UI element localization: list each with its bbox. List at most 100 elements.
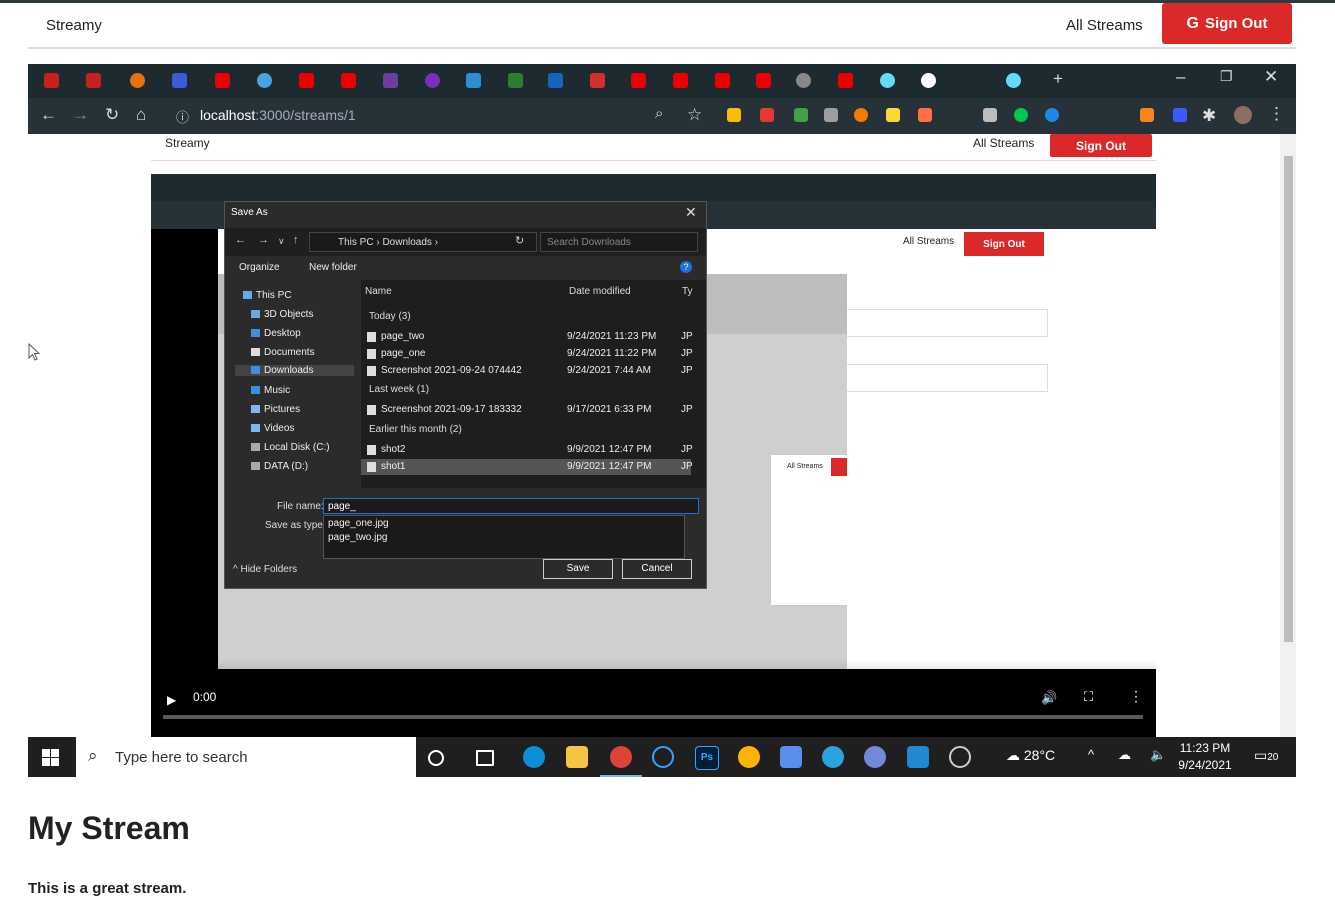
back-icon[interactable]: ← [40, 105, 57, 125]
telegram-icon[interactable] [822, 746, 844, 768]
group-header[interactable]: Earlier this month (2) [369, 424, 462, 435]
forward-icon[interactable]: → [258, 234, 269, 246]
extension-icon[interactable] [886, 108, 900, 122]
youtube-tab-icon[interactable] [631, 73, 646, 88]
column-type[interactable]: Ty [682, 286, 693, 297]
tab-icon[interactable] [508, 73, 523, 88]
help-icon[interactable]: ? [680, 261, 692, 273]
close-icon[interactable]: ✕ [1264, 67, 1278, 87]
extension-icon[interactable] [918, 108, 932, 122]
autocomplete-item[interactable]: page_one.jpg [328, 518, 389, 529]
app-icon[interactable] [780, 746, 802, 768]
group-header[interactable]: Today (3) [369, 311, 411, 322]
system-clock[interactable]: 11:23 PM 9/24/2021 [1170, 740, 1240, 774]
extension-icon[interactable] [1140, 108, 1154, 122]
nav-pictures[interactable]: Pictures [251, 404, 300, 415]
fullscreen-icon[interactable]: ⛶ [1084, 689, 1093, 705]
tab-icon[interactable] [383, 73, 398, 88]
youtube-tab-icon[interactable] [715, 73, 730, 88]
nav-data-drive[interactable]: DATA (D:) [251, 461, 308, 472]
extension-icon[interactable] [1173, 108, 1187, 122]
windows-start-icon[interactable] [42, 749, 59, 766]
volume-icon[interactable]: 🔈 [1150, 747, 1166, 763]
reload-icon[interactable]: ↻ [105, 105, 119, 125]
github-tab-icon[interactable] [921, 73, 936, 88]
extension-icon[interactable] [854, 108, 868, 122]
task-view-icon[interactable] [476, 750, 494, 766]
file-row[interactable]: shot2 9/9/2021 12:47 PM JP [361, 442, 693, 458]
nav-downloads[interactable]: Downloads [235, 365, 354, 376]
sign-out-button[interactable]: G Sign Out [1162, 3, 1292, 44]
save-button[interactable]: Save [543, 559, 613, 579]
breadcrumb[interactable]: This PC › Downloads › [309, 232, 537, 252]
chrome-icon[interactable] [610, 746, 632, 768]
breadcrumb-this-pc[interactable]: This PC [338, 237, 374, 248]
forward-icon[interactable]: → [72, 105, 89, 125]
group-header[interactable]: Last week (1) [369, 384, 429, 395]
all-streams-link[interactable]: All Streams [1066, 17, 1143, 34]
kebab-menu-icon[interactable]: ⋮ [1268, 104, 1285, 124]
video-progress-bar[interactable] [163, 715, 1143, 719]
more-options-icon[interactable]: ⋮ [1129, 688, 1143, 705]
notifications-icon[interactable]: ▭20 [1254, 747, 1278, 764]
gmail-tab-icon[interactable] [86, 73, 101, 88]
nav-desktop[interactable]: Desktop [251, 328, 301, 339]
nav-this-pc[interactable]: This PC [243, 290, 292, 301]
refresh-icon[interactable]: ↻ [515, 234, 524, 247]
brand-link[interactable]: Streamy [46, 17, 102, 34]
profile-avatar[interactable] [1234, 106, 1252, 124]
file-row[interactable]: page_two 9/24/2021 11:23 PM JP [361, 329, 693, 345]
tab-icon[interactable] [548, 73, 563, 88]
tab-icon[interactable] [466, 73, 481, 88]
up-icon[interactable]: ↑ [293, 234, 299, 246]
bookmark-star-icon[interactable]: ☆ [687, 105, 702, 125]
obs-icon[interactable] [949, 746, 971, 768]
breadcrumb-downloads[interactable]: Downloads [382, 237, 431, 248]
extension-icon[interactable] [760, 108, 774, 122]
back-icon[interactable]: ← [235, 234, 246, 246]
ccleaner-icon[interactable] [652, 746, 674, 768]
scrollbar[interactable] [1280, 134, 1296, 737]
onedrive-icon[interactable]: ☁ [1118, 747, 1131, 763]
edge-icon[interactable] [523, 746, 545, 768]
url-field[interactable]: localhost:3000/streams/1 [200, 107, 356, 123]
weather-widget[interactable]: ☁ 28°C [1006, 747, 1055, 764]
search-downloads-input[interactable]: Search Downloads [540, 232, 698, 252]
nav-music[interactable]: Music [251, 385, 290, 396]
tray-chevron-icon[interactable]: ^ [1088, 747, 1094, 762]
file-row[interactable]: Screenshot 2021-09-24 074442 9/24/2021 7:… [361, 363, 693, 379]
play-icon[interactable]: ▶ [167, 693, 176, 707]
nav-local-disk[interactable]: Local Disk (C:) [251, 442, 330, 453]
column-name[interactable]: Name [365, 286, 392, 297]
maximize-icon[interactable]: ❐ [1220, 68, 1233, 85]
extension-icon[interactable] [1045, 108, 1059, 122]
dialog-close-icon[interactable]: ✕ [685, 204, 697, 221]
extension-icon[interactable] [824, 108, 838, 122]
youtube-tab-icon[interactable] [299, 73, 314, 88]
new-folder-button[interactable]: New folder [309, 262, 357, 273]
organize-button[interactable]: Organize [239, 262, 280, 273]
drive-extension-icon[interactable] [727, 108, 741, 122]
file-row-selected[interactable]: shot1 9/9/2021 12:47 PM JP [361, 459, 693, 475]
tab-icon[interactable] [590, 73, 605, 88]
file-explorer-icon[interactable] [566, 746, 588, 768]
extension-icon[interactable] [983, 108, 997, 122]
file-row[interactable]: page_one 9/24/2021 11:22 PM JP [361, 346, 693, 362]
tab-icon[interactable] [425, 73, 440, 88]
extension-icon[interactable] [1014, 108, 1028, 122]
youtube-tab-icon[interactable] [341, 73, 356, 88]
vscode-icon[interactable] [907, 746, 929, 768]
youtube-tab-icon[interactable] [756, 73, 771, 88]
scrollbar-thumb[interactable] [1284, 156, 1293, 642]
tab-icon[interactable] [130, 73, 145, 88]
react-tab-icon[interactable] [1006, 73, 1021, 88]
extension-icon[interactable] [794, 108, 808, 122]
nav-videos[interactable]: Videos [251, 423, 294, 434]
file-name-input[interactable]: page_ [323, 498, 699, 514]
nav-documents[interactable]: Documents [251, 347, 315, 358]
taskbar-search-input[interactable]: ⌕ Type here to search [76, 737, 416, 777]
cancel-button[interactable]: Cancel [622, 559, 692, 579]
tab-icon[interactable] [172, 73, 187, 88]
autocomplete-item[interactable]: page_two.jpg [328, 532, 388, 543]
tab-icon[interactable] [796, 73, 811, 88]
